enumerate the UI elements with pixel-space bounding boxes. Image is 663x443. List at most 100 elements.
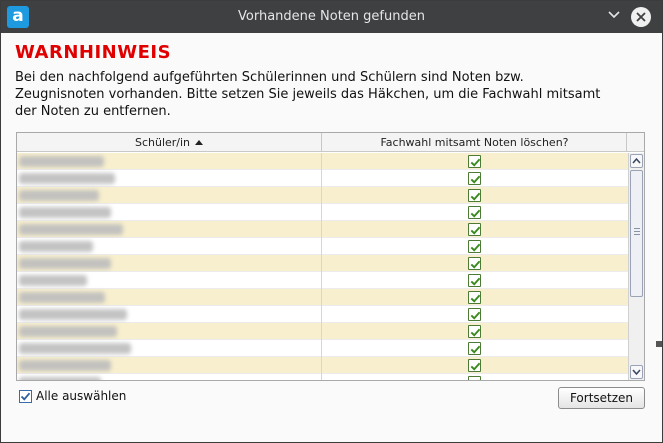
delete-grades-cell — [323, 323, 628, 340]
table-row[interactable] — [17, 238, 628, 255]
table-row[interactable] — [17, 187, 628, 204]
scroll-grip — [634, 231, 640, 232]
redacted-student-name — [19, 292, 105, 303]
delete-grades-checkbox[interactable] — [468, 172, 481, 185]
scroll-grip — [634, 234, 640, 235]
redacted-student-name — [19, 224, 123, 235]
delete-grades-checkbox[interactable] — [468, 206, 481, 219]
title-bar: a Vorhandene Noten gefunden — [1, 1, 662, 33]
redacted-student-name — [19, 173, 115, 184]
student-name-cell — [17, 170, 322, 187]
select-all-checkbox[interactable] — [19, 390, 32, 403]
delete-grades-checkbox[interactable] — [468, 155, 481, 168]
delete-grades-checkbox[interactable] — [468, 189, 481, 202]
delete-grades-cell — [323, 357, 628, 374]
column-header-delete[interactable]: Fachwahl mitsamt Noten löschen? — [323, 133, 627, 152]
delete-grades-checkbox[interactable] — [468, 359, 481, 372]
checkmark-icon — [470, 260, 481, 269]
delete-grades-checkbox[interactable] — [468, 308, 481, 321]
delete-grades-checkbox[interactable] — [468, 274, 481, 287]
checkmark-icon — [470, 243, 481, 252]
delete-grades-cell — [323, 170, 628, 187]
checkmark-icon — [470, 158, 481, 167]
table-row[interactable] — [17, 374, 628, 380]
student-name-cell — [17, 187, 322, 204]
student-name-cell — [17, 238, 322, 255]
checkmark-icon — [470, 226, 481, 235]
scroll-grip — [634, 228, 640, 229]
delete-grades-cell — [323, 255, 628, 272]
delete-grades-cell — [323, 289, 628, 306]
delete-grades-checkbox[interactable] — [468, 325, 481, 338]
student-name-cell — [17, 221, 322, 238]
vertical-scrollbar[interactable] — [628, 153, 644, 380]
scroll-thumb[interactable] — [630, 170, 643, 297]
student-name-cell — [17, 255, 322, 272]
redacted-student-name — [19, 241, 93, 252]
redacted-student-name — [19, 377, 101, 380]
checkmark-icon — [470, 345, 481, 354]
delete-grades-checkbox[interactable] — [468, 257, 481, 270]
warning-text: Bei den nachfolgend aufgeführten Schüler… — [15, 70, 601, 119]
sort-ascending-icon — [195, 140, 204, 145]
table-row[interactable] — [17, 340, 628, 357]
table-row[interactable] — [17, 272, 628, 289]
table-row[interactable] — [17, 221, 628, 238]
chevron-down-icon — [608, 9, 620, 21]
window-title: Vorhandene Noten gefunden — [238, 9, 425, 24]
redacted-student-name — [19, 309, 127, 320]
table-row[interactable] — [17, 204, 628, 221]
redacted-student-name — [19, 258, 111, 269]
checkmark-icon — [470, 277, 481, 286]
table-row[interactable] — [17, 357, 628, 374]
chevron-up-icon — [632, 157, 641, 164]
delete-grades-cell — [323, 221, 628, 238]
redacted-student-name — [19, 360, 111, 371]
delete-grades-cell — [323, 374, 628, 380]
select-all-label: Alle auswählen — [36, 389, 127, 403]
checkmark-icon — [470, 175, 481, 184]
delete-grades-checkbox[interactable] — [468, 342, 481, 355]
checkmark-icon — [470, 311, 481, 320]
column-header-label: Schüler/in — [134, 136, 191, 149]
delete-grades-cell — [323, 272, 628, 289]
continue-button[interactable]: Fortsetzen — [558, 387, 645, 409]
redacted-student-name — [19, 343, 131, 354]
student-name-cell — [17, 340, 322, 357]
table-row[interactable] — [17, 170, 628, 187]
student-name-cell — [17, 153, 322, 170]
checkmark-icon — [470, 328, 481, 337]
table-row[interactable] — [17, 255, 628, 272]
resize-handle[interactable] — [656, 341, 662, 347]
column-header-label: Fachwahl mitsamt Noten löschen? — [380, 136, 569, 149]
delete-grades-checkbox[interactable] — [468, 291, 481, 304]
delete-grades-checkbox[interactable] — [468, 240, 481, 253]
redacted-student-name — [19, 326, 117, 337]
delete-grades-checkbox[interactable] — [468, 376, 481, 380]
minimize-button[interactable] — [604, 7, 624, 27]
table-row[interactable] — [17, 323, 628, 340]
student-name-cell — [17, 204, 322, 221]
table-body — [17, 153, 628, 380]
student-name-cell — [17, 374, 322, 380]
redacted-student-name — [19, 190, 99, 201]
delete-grades-cell — [323, 153, 628, 170]
redacted-student-name — [19, 156, 104, 167]
student-name-cell — [17, 272, 322, 289]
student-name-cell — [17, 306, 322, 323]
table-row[interactable] — [17, 306, 628, 323]
column-header-student[interactable]: Schüler/in — [17, 133, 322, 152]
redacted-student-name — [19, 207, 111, 218]
scroll-up-button[interactable] — [630, 154, 643, 168]
table-row[interactable] — [17, 289, 628, 306]
delete-grades-cell — [323, 187, 628, 204]
delete-grades-cell — [323, 306, 628, 323]
delete-grades-cell — [323, 204, 628, 221]
chevron-down-icon — [632, 369, 641, 376]
delete-grades-checkbox[interactable] — [468, 223, 481, 236]
table-row[interactable] — [17, 153, 628, 170]
dialog-window: a Vorhandene Noten gefunden WARNHINWEIS … — [0, 0, 663, 443]
close-icon — [636, 12, 646, 22]
scroll-down-button[interactable] — [630, 365, 643, 379]
close-button[interactable] — [631, 7, 651, 27]
